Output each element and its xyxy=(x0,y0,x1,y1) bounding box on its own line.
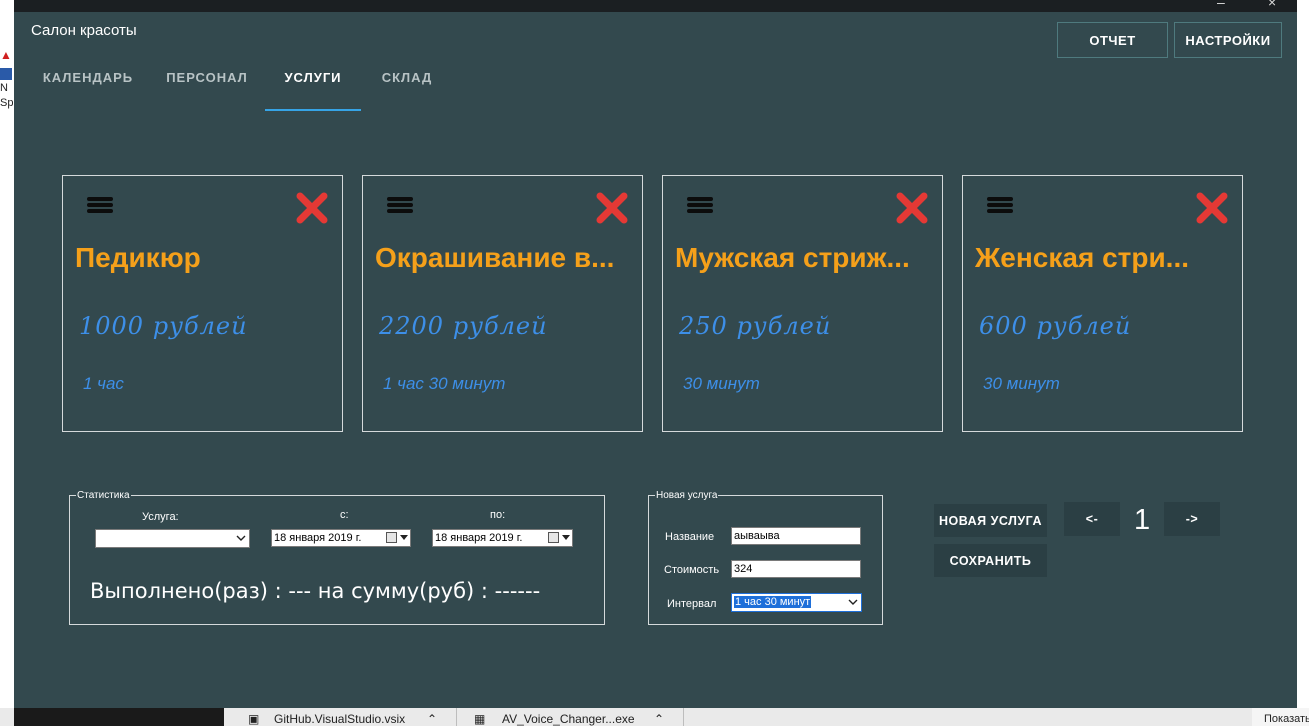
delete-icon[interactable] xyxy=(1196,192,1228,224)
service-card[interactable]: Окрашивание в... 2200 рублей 1 час 30 ми… xyxy=(362,175,643,432)
service-price: 2200 рублей xyxy=(379,312,548,340)
taskbar: ▣ GitHub.VisualStudio.vsix ⌃ ▦ AV_Voice_… xyxy=(0,708,1309,726)
tab-services[interactable]: УСЛУГИ xyxy=(265,70,361,94)
new-service-group: Новая услуга Название аываыва Стоимость … xyxy=(648,490,883,625)
date-to-picker[interactable]: 18 января 2019 г. xyxy=(432,529,573,547)
service-price: 250 рублей xyxy=(679,312,832,340)
name-label: Название xyxy=(665,531,715,543)
cost-label: Стоимость xyxy=(664,564,720,576)
tab-staff[interactable]: ПЕРСОНАЛ xyxy=(160,70,254,94)
service-name: Женская стри... xyxy=(975,242,1190,273)
desktop-shortcut-label-2: Sp xyxy=(0,97,14,109)
date-to-value: 18 января 2019 г. xyxy=(435,532,523,544)
calendar-icon[interactable] xyxy=(548,532,559,543)
app-header: Салон красоты ОТЧЕТ НАСТРОЙКИ КАЛЕНДАРЬ … xyxy=(14,12,1297,112)
drag-handle-icon[interactable] xyxy=(687,197,713,217)
interval-label: Интервал xyxy=(667,598,717,610)
name-field[interactable]: аываыва xyxy=(731,527,861,545)
service-name: Педикюр xyxy=(75,242,201,273)
service-filter-select[interactable] xyxy=(95,529,250,548)
service-duration: 30 минут xyxy=(683,374,760,393)
service-price: 1000 рублей xyxy=(79,312,248,340)
drag-handle-icon[interactable] xyxy=(387,197,413,217)
date-from-picker[interactable]: 18 января 2019 г. xyxy=(271,529,411,547)
chevron-down-icon xyxy=(848,599,858,605)
taskbar-item-vsix[interactable]: GitHub.VisualStudio.vsix xyxy=(274,708,424,726)
delete-icon[interactable] xyxy=(596,192,628,224)
settings-button[interactable]: НАСТРОЙКИ xyxy=(1174,22,1282,58)
chevron-up-icon[interactable]: ⌃ xyxy=(427,708,439,726)
service-price: 600 рублей xyxy=(979,312,1132,340)
service-duration: 30 минут xyxy=(983,374,1060,393)
service-name: Окрашивание в... xyxy=(375,242,615,273)
interval-select[interactable]: 1 час 30 минут xyxy=(731,593,862,612)
app-title: Салон красоты xyxy=(31,22,137,39)
service-duration: 1 час xyxy=(83,374,124,393)
chevron-up-icon[interactable]: ⌃ xyxy=(654,708,666,726)
close-window-icon[interactable]: × xyxy=(1268,0,1276,10)
service-card[interactable]: Женская стри... 600 рублей 30 минут xyxy=(962,175,1243,432)
save-button[interactable]: СОХРАНИТЬ xyxy=(934,544,1047,577)
page-number: 1 xyxy=(1134,504,1151,536)
date-from-label: с: xyxy=(340,509,349,521)
statistics-legend: Статистика xyxy=(77,490,130,501)
service-duration: 1 час 30 минут xyxy=(383,374,506,393)
new-service-legend: Новая услуга xyxy=(656,490,718,501)
taskbar-separator xyxy=(683,708,684,726)
show-all-link[interactable]: Показать xyxy=(1252,708,1309,726)
delete-icon[interactable] xyxy=(296,192,328,224)
tab-warehouse[interactable]: СКЛАД xyxy=(372,70,442,94)
service-name: Мужская стриж... xyxy=(675,242,910,273)
service-card[interactable]: Педикюр 1000 рублей 1 час xyxy=(62,175,343,432)
desktop-shortcut-label: N xyxy=(0,82,8,94)
service-filter-label: Услуга: xyxy=(142,511,179,523)
statistics-group: Статистика Услуга: с: по: 18 января 2019… xyxy=(69,490,605,625)
desktop-left-edge: ▲ N Sp xyxy=(0,0,14,726)
desktop-shortcut-icon: ▲ xyxy=(0,48,12,62)
new-service-button[interactable]: НОВАЯ УСЛУГА xyxy=(934,504,1047,537)
next-page-button[interactable]: -> xyxy=(1164,502,1220,536)
desktop-top-strip: – × xyxy=(0,0,1309,12)
date-from-value: 18 января 2019 г. xyxy=(274,532,362,544)
date-to-label: по: xyxy=(490,509,506,521)
taskbar-separator xyxy=(456,708,457,726)
service-card[interactable]: Мужская стриж... 250 рублей 30 минут xyxy=(662,175,943,432)
delete-icon[interactable] xyxy=(896,192,928,224)
exe-file-icon: ▦ xyxy=(474,712,486,726)
report-button[interactable]: ОТЧЕТ xyxy=(1057,22,1168,58)
desktop-right-edge xyxy=(1297,0,1309,726)
taskbar-dark-area xyxy=(14,708,224,726)
statistics-summary: Выполнено(раз) : --- на сумму(руб) : ---… xyxy=(90,579,541,603)
dropdown-arrow-icon[interactable] xyxy=(400,535,408,540)
chevron-down-icon xyxy=(236,535,246,541)
desktop-shortcut-icon-2 xyxy=(0,68,12,80)
taskbar-item-voice-changer[interactable]: AV_Voice_Changer...exe xyxy=(502,708,652,726)
active-tab-indicator xyxy=(265,109,361,111)
tab-calendar[interactable]: КАЛЕНДАРЬ xyxy=(38,70,138,94)
prev-page-button[interactable]: <- xyxy=(1064,502,1120,536)
vsix-file-icon: ▣ xyxy=(248,712,260,726)
drag-handle-icon[interactable] xyxy=(987,197,1013,217)
interval-value: 1 час 30 минут xyxy=(734,596,812,608)
app-window: Салон красоты ОТЧЕТ НАСТРОЙКИ КАЛЕНДАРЬ … xyxy=(14,12,1297,708)
cost-field[interactable]: 324 xyxy=(731,560,861,578)
drag-handle-icon[interactable] xyxy=(87,197,113,217)
calendar-icon[interactable] xyxy=(386,532,397,543)
dropdown-arrow-icon[interactable] xyxy=(562,535,570,540)
minimize-icon[interactable]: – xyxy=(1217,0,1225,10)
